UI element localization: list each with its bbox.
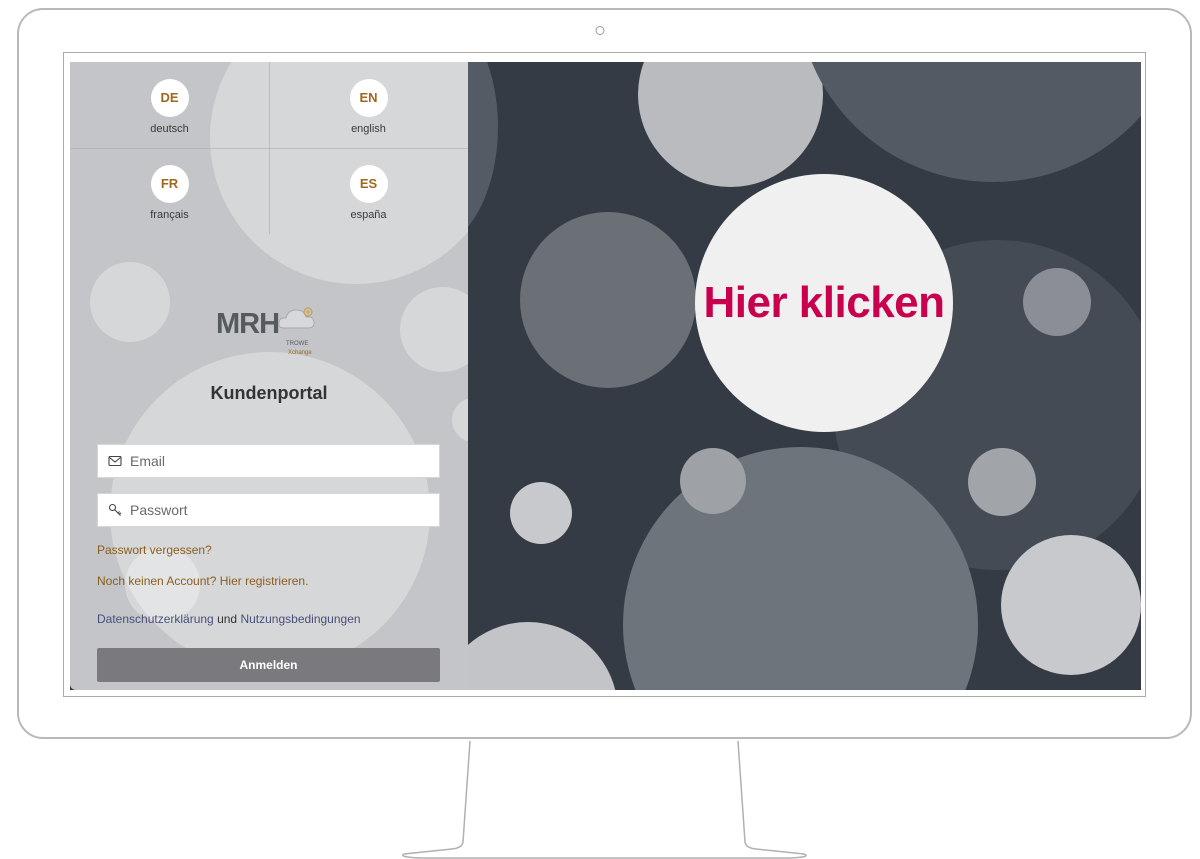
decor-bubble	[1001, 535, 1141, 675]
legal-conjunction: und	[217, 612, 238, 626]
email-field[interactable]	[97, 444, 440, 478]
screen: DE deutsch EN english FR français ES esp…	[70, 62, 1141, 690]
language-option-fr[interactable]: FR français	[70, 148, 269, 234]
language-option-en[interactable]: EN english	[269, 62, 468, 148]
email-input[interactable]	[130, 445, 430, 477]
decor-bubble	[520, 212, 696, 388]
language-code: ES	[349, 165, 388, 203]
login-panel: DE deutsch EN english FR français ES esp…	[70, 62, 468, 690]
password-field[interactable]	[97, 493, 440, 527]
decor-bubble	[638, 62, 823, 187]
register-link[interactable]: Noch keinen Account? Hier registrieren.	[97, 574, 308, 588]
language-label: français	[150, 209, 189, 221]
password-input[interactable]	[130, 494, 430, 526]
decor-bubble	[452, 398, 468, 442]
decor-bubble	[510, 482, 572, 544]
decor-bubble	[968, 448, 1036, 516]
page-title: Kundenportal	[210, 383, 328, 403]
decor-bubble	[798, 62, 1141, 182]
language-label: españa	[350, 209, 387, 221]
language-label: deutsch	[150, 123, 189, 135]
logo-subtitle: TROWE	[286, 341, 309, 347]
language-option-es[interactable]: ES españa	[269, 148, 468, 234]
terms-of-use-link[interactable]: Nutzungsbedingungen	[240, 612, 360, 626]
logo-tagline: Xchange	[288, 350, 312, 356]
language-code: FR	[150, 165, 189, 203]
decor-bubble	[1023, 268, 1091, 336]
decor-bubble	[90, 262, 170, 342]
cloud-icon	[278, 307, 315, 329]
language-option-de[interactable]: DE deutsch	[70, 62, 269, 148]
decor-bubble	[468, 62, 498, 252]
decor-bubble	[400, 287, 468, 372]
cta-button[interactable]: Hier klicken	[695, 174, 953, 432]
decor-bubble	[680, 448, 746, 514]
company-logo: MRH TROWE Xchange	[216, 304, 326, 366]
decor-bubble	[468, 622, 618, 690]
legal-links: Datenschutzerklärung und Nutzungsbedingu…	[97, 612, 361, 626]
login-button[interactable]: Anmelden	[97, 648, 440, 682]
language-selector: DE deutsch EN english FR français ES esp…	[70, 62, 468, 234]
camera-icon	[595, 26, 605, 35]
promo-panel: Hier klicken	[468, 62, 1141, 690]
language-label: english	[351, 123, 386, 135]
forgot-password-link[interactable]: Passwort vergessen?	[97, 543, 212, 557]
envelope-icon	[108, 455, 122, 467]
logo-wordmark: MRH	[216, 308, 280, 340]
language-code: DE	[150, 79, 189, 117]
privacy-policy-link[interactable]: Datenschutzerklärung	[97, 612, 214, 626]
language-code: EN	[349, 79, 388, 117]
key-icon	[108, 503, 122, 516]
